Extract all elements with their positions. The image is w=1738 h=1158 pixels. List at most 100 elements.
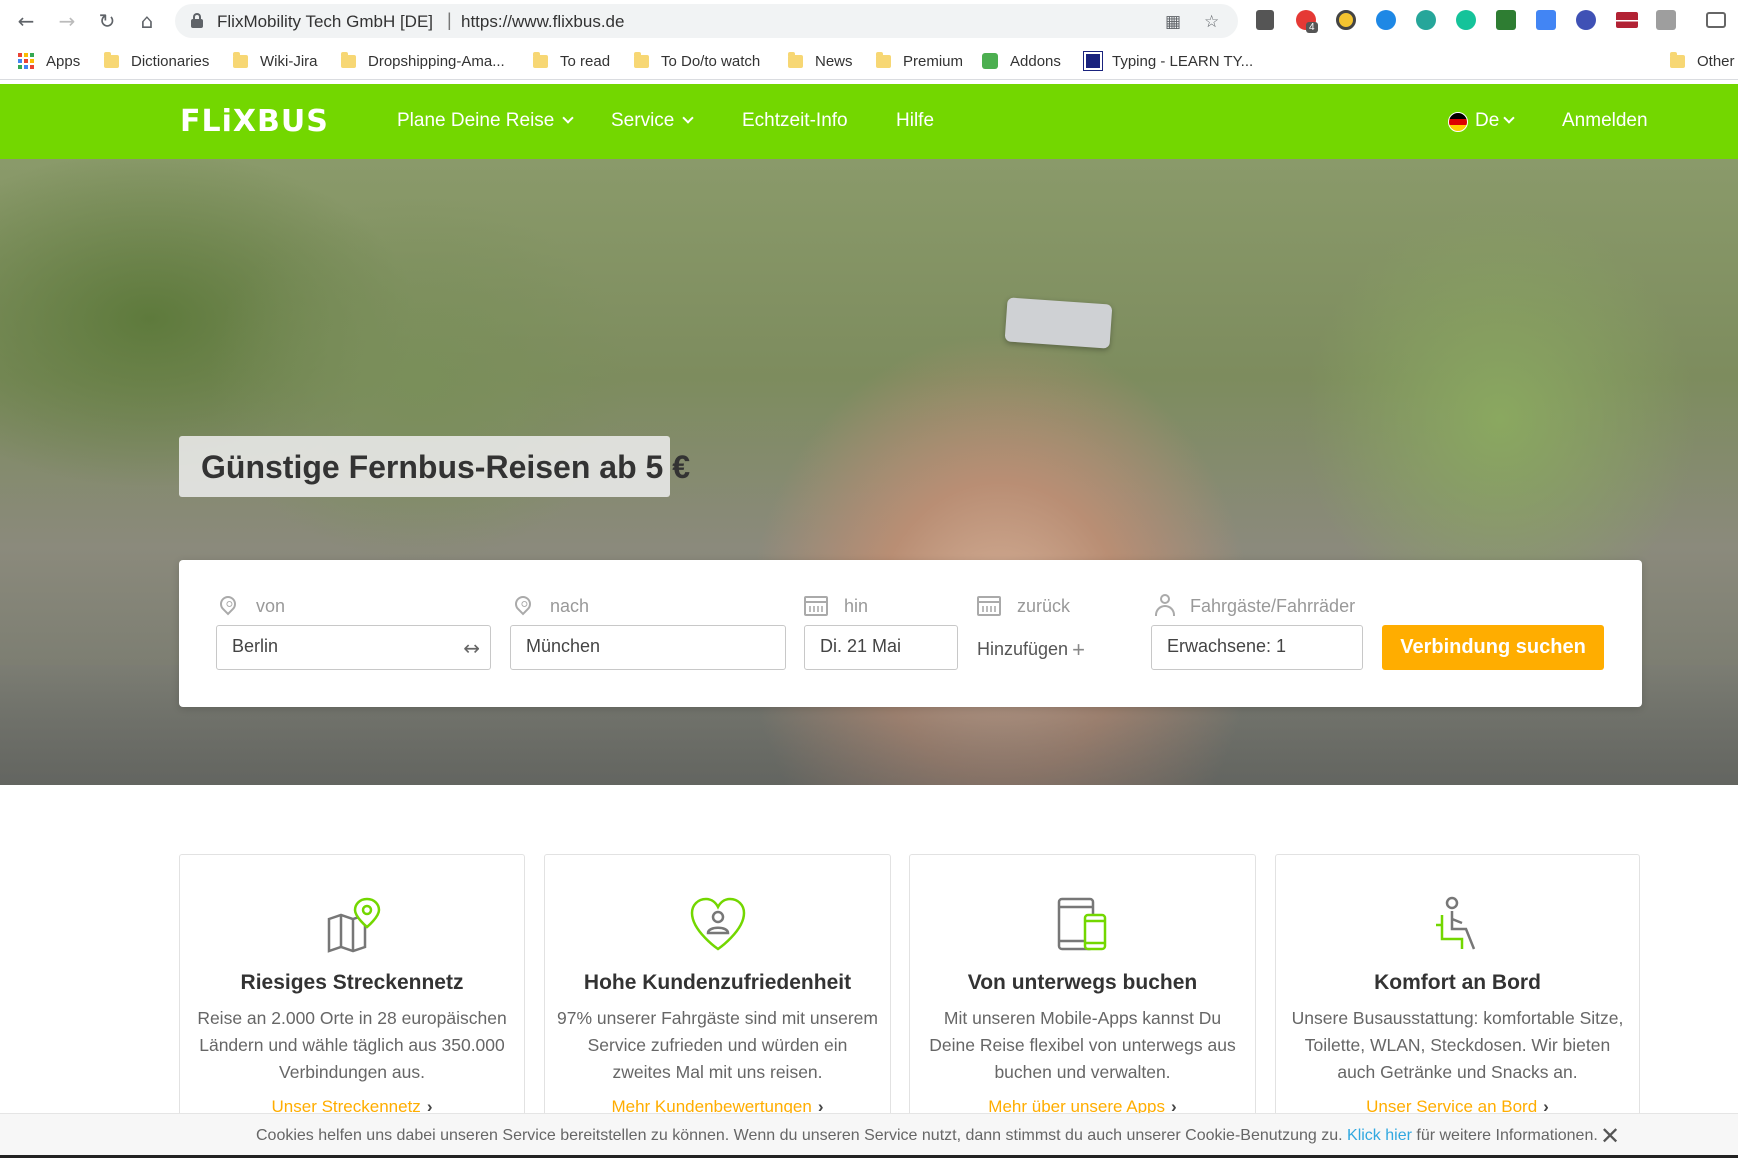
- chevron-down-icon: [562, 112, 575, 124]
- omnibox-separator: |: [447, 10, 452, 30]
- cookie-text-before: Cookies helfen uns dabei unseren Service…: [256, 1127, 1343, 1144]
- extension-check-icon[interactable]: [1416, 10, 1436, 30]
- grammarly-icon[interactable]: [1456, 10, 1476, 30]
- forward-icon[interactable]: →: [55, 9, 79, 33]
- chevron-down-icon: [1503, 112, 1515, 124]
- location-pin-icon: [511, 592, 535, 616]
- extension-audio-icon[interactable]: [1256, 10, 1274, 30]
- typing-site-icon: [1083, 51, 1103, 71]
- extension-badge: 4: [1306, 22, 1318, 33]
- to-input[interactable]: München: [510, 625, 786, 670]
- nav-plan-trip[interactable]: Plane Deine Reise: [397, 110, 575, 132]
- nav-service[interactable]: Service: [611, 110, 695, 132]
- passengers-label: Fahrgäste/Fahrräder: [1190, 596, 1356, 616]
- passengers-input[interactable]: Erwachsene: 1: [1151, 625, 1363, 670]
- cookie-banner: Cookies helfen uns dabei unseren Service…: [0, 1113, 1738, 1158]
- language-selector[interactable]: De: [1475, 110, 1515, 132]
- login-link[interactable]: Anmelden: [1562, 110, 1648, 132]
- seat-person-icon: [1436, 896, 1476, 950]
- extension-r-icon[interactable]: [1496, 10, 1516, 30]
- bookmark-news[interactable]: News: [788, 51, 853, 71]
- bookmark-dropshipping[interactable]: Dropshipping-Ama...: [341, 51, 505, 71]
- bookmark-label: Premium: [903, 52, 964, 70]
- extension-shield-icon[interactable]: [1336, 10, 1356, 30]
- lock-icon[interactable]: [191, 13, 203, 28]
- cookie-message: Cookies helfen uns dabei unseren Service…: [256, 1127, 1598, 1145]
- heart-person-icon: [690, 897, 746, 951]
- feature-title: Komfort an Bord: [1374, 971, 1541, 994]
- bookmark-dictionaries[interactable]: Dictionaries: [104, 51, 209, 71]
- nav-service-label: Service: [611, 110, 675, 131]
- reload-icon[interactable]: ↻: [95, 9, 119, 33]
- nav-help[interactable]: Hilfe: [896, 110, 934, 132]
- google-translate-icon[interactable]: [1536, 10, 1556, 30]
- bookmark-star-icon[interactable]: ☆: [1204, 12, 1219, 32]
- bookmark-to-read[interactable]: To read: [533, 51, 610, 71]
- folder-icon: [634, 51, 649, 68]
- bookmark-label: Wiki-Jira: [260, 52, 318, 70]
- extension-search-icon[interactable]: [1656, 10, 1676, 30]
- feature-text: Unsere Busausstattung: komfortable Sitze…: [1291, 1008, 1624, 1082]
- language-label: De: [1475, 110, 1500, 131]
- bookmark-typing[interactable]: Typing - LEARN TY...: [1083, 51, 1253, 71]
- home-icon[interactable]: ⌂: [135, 9, 159, 33]
- calendar-icon: [804, 594, 828, 616]
- bookmark-wiki-jira[interactable]: Wiki-Jira: [233, 51, 318, 71]
- bookmarks-bar: Apps Dictionaries Wiki-Jira Dropshipping…: [0, 42, 1738, 80]
- to-label: nach: [550, 596, 590, 616]
- feature-text: Mit unseren Mobile-Apps kannst Du Deine …: [929, 1008, 1236, 1082]
- bookmark-label: News: [815, 52, 853, 70]
- back-icon[interactable]: ←: [14, 9, 38, 33]
- location-pin-icon: [216, 592, 240, 616]
- extension-bird-icon[interactable]: [1376, 10, 1396, 30]
- from-value: Berlin: [232, 636, 279, 656]
- feature-card-satisfaction: Hohe Kundenzufriedenheit 97% unserer Fah…: [544, 854, 891, 1154]
- bookmark-label: To Do/to watch: [661, 52, 761, 70]
- tablet-phone-icon: [1057, 897, 1107, 951]
- translate-icon[interactable]: ▦: [1165, 12, 1181, 32]
- bookmark-addons[interactable]: Addons: [982, 51, 1061, 71]
- feature-title: Hohe Kundenzufriedenheit: [583, 971, 852, 994]
- depart-date-input[interactable]: Di. 21 Mai: [804, 625, 958, 670]
- flixbus-logo[interactable]: FLiXBUS: [180, 104, 329, 139]
- return-label: zurück: [1017, 596, 1071, 616]
- bookmark-label: Addons: [1010, 52, 1061, 70]
- us-flag-icon[interactable]: [1616, 12, 1638, 28]
- address-bar[interactable]: FlixMobility Tech GmbH [DE] | https://ww…: [175, 4, 1238, 38]
- person-icon: [1154, 594, 1176, 616]
- bookmark-label: Other: [1697, 52, 1735, 70]
- folder-icon: [341, 51, 356, 68]
- chevron-down-icon: [682, 112, 695, 124]
- search-form: von Berlin ↔ nach München hin Di. 21 Mai…: [179, 560, 1642, 707]
- extension-owl-icon[interactable]: [1576, 10, 1596, 30]
- calendar-icon: [977, 594, 1001, 616]
- nav-realtime-info[interactable]: Echtzeit-Info: [742, 110, 848, 132]
- site-identity: FlixMobility Tech GmbH [DE]: [217, 12, 434, 31]
- feature-title: Von unterwegs buchen: [967, 971, 1198, 994]
- bookmark-other[interactable]: Other: [1670, 51, 1735, 71]
- hero-smartphone: [1004, 297, 1113, 349]
- map-pin-icon: [327, 897, 381, 953]
- apps-grid-icon: [18, 53, 34, 69]
- bookmark-apps[interactable]: Apps: [18, 51, 80, 71]
- add-return-button[interactable]: Hinzufügen +: [977, 635, 1085, 662]
- bookmark-label: Apps: [46, 52, 81, 70]
- feature-title: Riesiges Streckennetz: [240, 971, 464, 994]
- feature-card-mobile: Von unterwegs buchen Mit unseren Mobile-…: [909, 854, 1256, 1154]
- folder-icon: [533, 51, 548, 68]
- search-connection-button[interactable]: Verbindung suchen: [1382, 625, 1604, 670]
- from-input[interactable]: Berlin ↔: [216, 625, 491, 670]
- bookmark-to-do[interactable]: To Do/to watch: [634, 51, 760, 71]
- germany-flag-icon[interactable]: [1448, 112, 1468, 132]
- close-icon[interactable]: ✕: [1600, 1122, 1620, 1150]
- cookie-text-after: für weitere Informationen.: [1416, 1127, 1598, 1144]
- cast-icon[interactable]: [1706, 12, 1726, 28]
- bookmark-premium[interactable]: Premium: [876, 51, 963, 71]
- url-text[interactable]: https://www.flixbus.de: [461, 12, 624, 32]
- feature-text: Reise an 2.000 Orte in 28 europäischen L…: [197, 1008, 507, 1082]
- add-return-label: Hinzufügen: [977, 639, 1069, 659]
- bookmark-label: Dropshipping-Ama...: [368, 52, 505, 70]
- swap-icon[interactable]: ↔: [463, 636, 480, 660]
- cookie-info-link[interactable]: Klick hier: [1347, 1127, 1412, 1144]
- nav-plan-label: Plane Deine Reise: [397, 110, 555, 131]
